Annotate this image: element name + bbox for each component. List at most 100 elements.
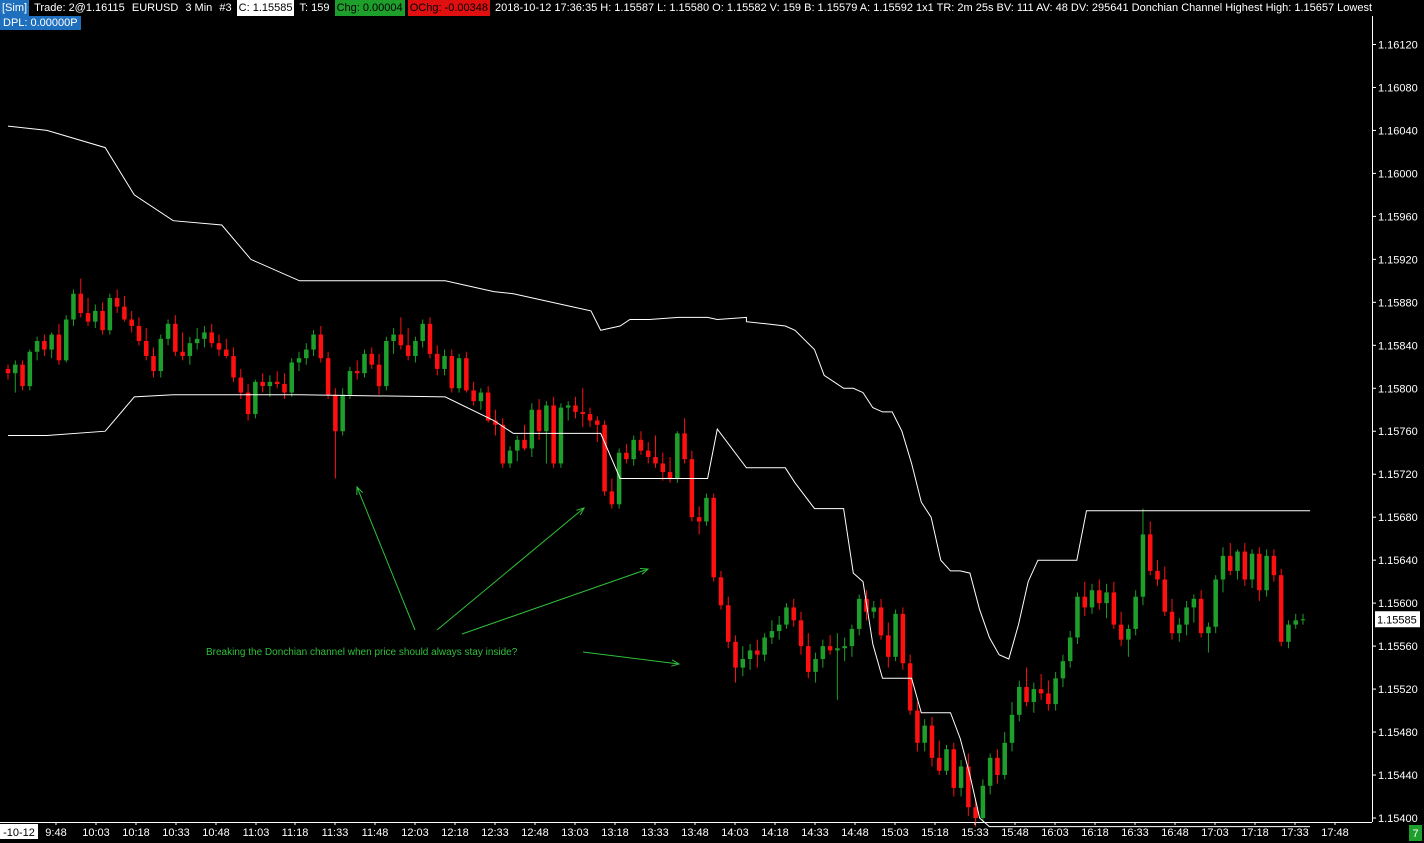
- candle-body: [56, 334, 62, 361]
- time-tick-label: 17:18: [1241, 827, 1269, 839]
- candle-body: [158, 338, 164, 372]
- candle-body: [449, 356, 455, 389]
- candle-body: [93, 310, 98, 322]
- candle-body: [740, 659, 746, 668]
- time-tick-label: 12:18: [441, 827, 469, 839]
- time-tick-label: 16:33: [1121, 827, 1149, 839]
- time-tick-label: 13:48: [681, 827, 709, 839]
- candle-body: [354, 371, 360, 374]
- candle-body: [20, 364, 25, 387]
- price-tick-label: 1.15720: [1378, 469, 1418, 481]
- time-tick-label: 16:18: [1081, 827, 1109, 839]
- time-tick-label: 17:33: [1281, 827, 1309, 839]
- candle-body: [165, 323, 171, 339]
- candle-body: [173, 323, 178, 352]
- candle-body: [1235, 551, 1240, 571]
- candle-body: [1111, 592, 1117, 625]
- price-tick-label: 1.15640: [1378, 555, 1418, 567]
- candle-body: [384, 341, 389, 387]
- candle-body: [587, 414, 593, 421]
- price-tick-label: 1.15960: [1378, 211, 1418, 223]
- price-chart[interactable]: 1.16120 1.16080 1.16040 1.16000 1.15960 1.159…: [0, 0, 1424, 843]
- candle-body: [602, 424, 607, 492]
- candle-body: [638, 439, 644, 451]
- candle-body: [762, 637, 767, 655]
- candle-body: [558, 407, 564, 464]
- time-tick-label: 16:03: [1041, 827, 1069, 839]
- time-tick-label: 13:03: [561, 827, 589, 839]
- candle-body: [675, 433, 680, 479]
- candle-body: [391, 334, 396, 341]
- candle-body: [13, 364, 18, 374]
- candle-body: [1227, 555, 1233, 571]
- price-tick-label: 1.15840: [1378, 340, 1418, 352]
- candle-body: [806, 646, 811, 672]
- candle-body: [27, 351, 33, 387]
- candle-body: [1089, 590, 1095, 608]
- candle-body: [1162, 579, 1168, 612]
- candle-body: [958, 766, 964, 788]
- candle-body: [405, 345, 411, 357]
- candle-body: [318, 334, 324, 359]
- candle-body: [260, 381, 265, 387]
- candle-body: [253, 381, 258, 415]
- candle-body: [1133, 596, 1138, 629]
- candle-body: [907, 663, 913, 711]
- candle-body: [711, 497, 716, 578]
- candle-body: [849, 628, 855, 647]
- candle-body: [689, 459, 695, 518]
- candle-body: [427, 323, 433, 354]
- candle-body: [900, 613, 906, 664]
- candle-body: [544, 405, 549, 432]
- time-tick-label: 17:48: [1321, 827, 1349, 839]
- time-tick-label: 13:18: [601, 827, 629, 839]
- candle-body: [85, 313, 91, 322]
- candle-body: [835, 648, 840, 651]
- candle-body: [1177, 624, 1182, 634]
- candle-body: [1300, 619, 1306, 621]
- candle-body: [1213, 579, 1218, 627]
- candle-body: [398, 334, 404, 346]
- time-tick-label: 14:48: [841, 827, 869, 839]
- annotation-arrow: [582, 651, 680, 665]
- time-tick-label: 12:33: [481, 827, 509, 839]
- candle-body: [573, 405, 578, 412]
- candle-body: [347, 371, 353, 395]
- time-tick-label: 11:33: [322, 827, 349, 839]
- candle-body: [1271, 555, 1277, 576]
- candle-body: [478, 392, 484, 402]
- candle-body: [827, 646, 833, 651]
- time-tick-label: 15:03: [881, 827, 909, 839]
- donchian-upper-line: [7, 125, 1310, 660]
- time-tick-label: 12:48: [521, 827, 549, 839]
- candle-body: [929, 725, 935, 758]
- time-tick-label: 15:48: [1001, 827, 1029, 839]
- time-tick-label: 10:33: [162, 827, 190, 839]
- candle-body: [1184, 607, 1189, 625]
- candle-body: [1031, 689, 1037, 702]
- time-tick-label: 10:18: [122, 827, 150, 839]
- price-tick-label: 1.15520: [1378, 684, 1418, 696]
- candle-body: [995, 757, 1000, 776]
- candle-body: [1155, 570, 1160, 580]
- annotation-arrow: [436, 507, 585, 631]
- candle-body: [1191, 598, 1197, 608]
- candle-body: [551, 405, 556, 464]
- candle-body: [434, 353, 440, 369]
- candle-body: [471, 390, 476, 402]
- price-tick-label: 1.15440: [1378, 770, 1418, 782]
- price-tick-label: 1.16080: [1378, 82, 1418, 94]
- candle-body: [325, 358, 331, 395]
- time-tick-label: 15:33: [961, 827, 989, 839]
- candle-body: [798, 620, 804, 647]
- candle-body: [1278, 575, 1284, 642]
- candle-body: [1053, 678, 1058, 705]
- candle-body: [507, 450, 513, 464]
- candle-body: [1169, 611, 1175, 634]
- candle-body: [289, 362, 294, 393]
- candle-body: [631, 439, 636, 460]
- candle-body: [376, 364, 382, 387]
- candle-body: [791, 607, 796, 621]
- candle-body: [704, 497, 709, 522]
- candle-body: [442, 356, 447, 369]
